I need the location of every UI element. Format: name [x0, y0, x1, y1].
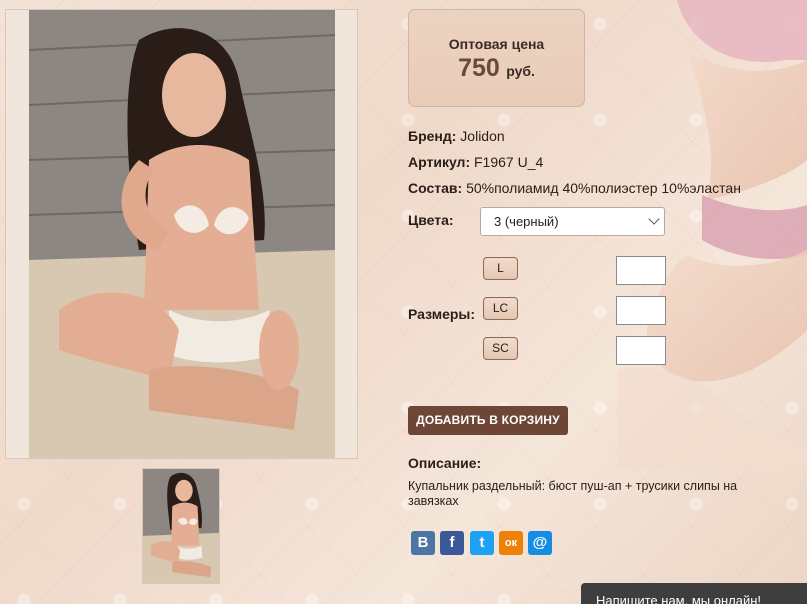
- facebook-icon[interactable]: f: [440, 531, 464, 555]
- price-currency: руб.: [506, 63, 535, 79]
- brand-value: Jolidon: [460, 128, 505, 144]
- composition-label: Состав:: [408, 180, 463, 196]
- twitter-icon[interactable]: t: [470, 531, 494, 555]
- color-selected-value: 3 (черный): [494, 214, 559, 229]
- article-row: Артикул: F1967 U_4: [408, 154, 543, 170]
- mailru-icon[interactable]: @: [528, 531, 552, 555]
- brand-row: Бренд: Jolidon: [408, 128, 505, 144]
- size-quantity-input-sc[interactable]: [616, 336, 666, 365]
- brand-label: Бренд:: [408, 128, 457, 144]
- wholesale-price-box: Оптовая цена 750 руб.: [408, 9, 585, 107]
- size-button-sc[interactable]: SC: [483, 337, 518, 360]
- colors-label: Цвета:: [408, 212, 454, 228]
- description-label: Описание:: [408, 455, 482, 471]
- size-button-l[interactable]: L: [483, 257, 518, 280]
- product-main-image[interactable]: [29, 10, 335, 458]
- price-amount: 750: [458, 54, 500, 82]
- composition-row: Состав: 50%полиамид 40%полиэстер 10%элас…: [408, 180, 741, 196]
- online-chat-tab[interactable]: Напишите нам, мы онлайн!: [581, 583, 807, 604]
- size-quantity-input-l[interactable]: [616, 256, 666, 285]
- color-select[interactable]: 3 (черный): [480, 207, 665, 236]
- product-main-image-frame[interactable]: [5, 9, 358, 459]
- price-value: 750 руб.: [409, 54, 584, 83]
- vk-icon[interactable]: В: [411, 531, 435, 555]
- price-label: Оптовая цена: [448, 36, 545, 52]
- add-to-cart-button[interactable]: ДОБАВИТЬ В КОРЗИНУ: [408, 406, 568, 435]
- chevron-down-icon: [648, 213, 660, 225]
- article-value: F1967 U_4: [474, 154, 544, 170]
- composition-value: 50%полиамид 40%полиэстер 10%эластан: [466, 180, 741, 196]
- size-button-lc[interactable]: LC: [483, 297, 518, 320]
- article-label: Артикул:: [408, 154, 471, 170]
- description-text: Купальник раздельный: бюст пуш-ап + трус…: [408, 479, 738, 508]
- odnoklassniki-icon[interactable]: ок: [499, 531, 523, 555]
- size-quantity-input-lc[interactable]: [616, 296, 666, 325]
- product-thumbnail[interactable]: [142, 468, 220, 584]
- sizes-label: Размеры:: [408, 306, 476, 322]
